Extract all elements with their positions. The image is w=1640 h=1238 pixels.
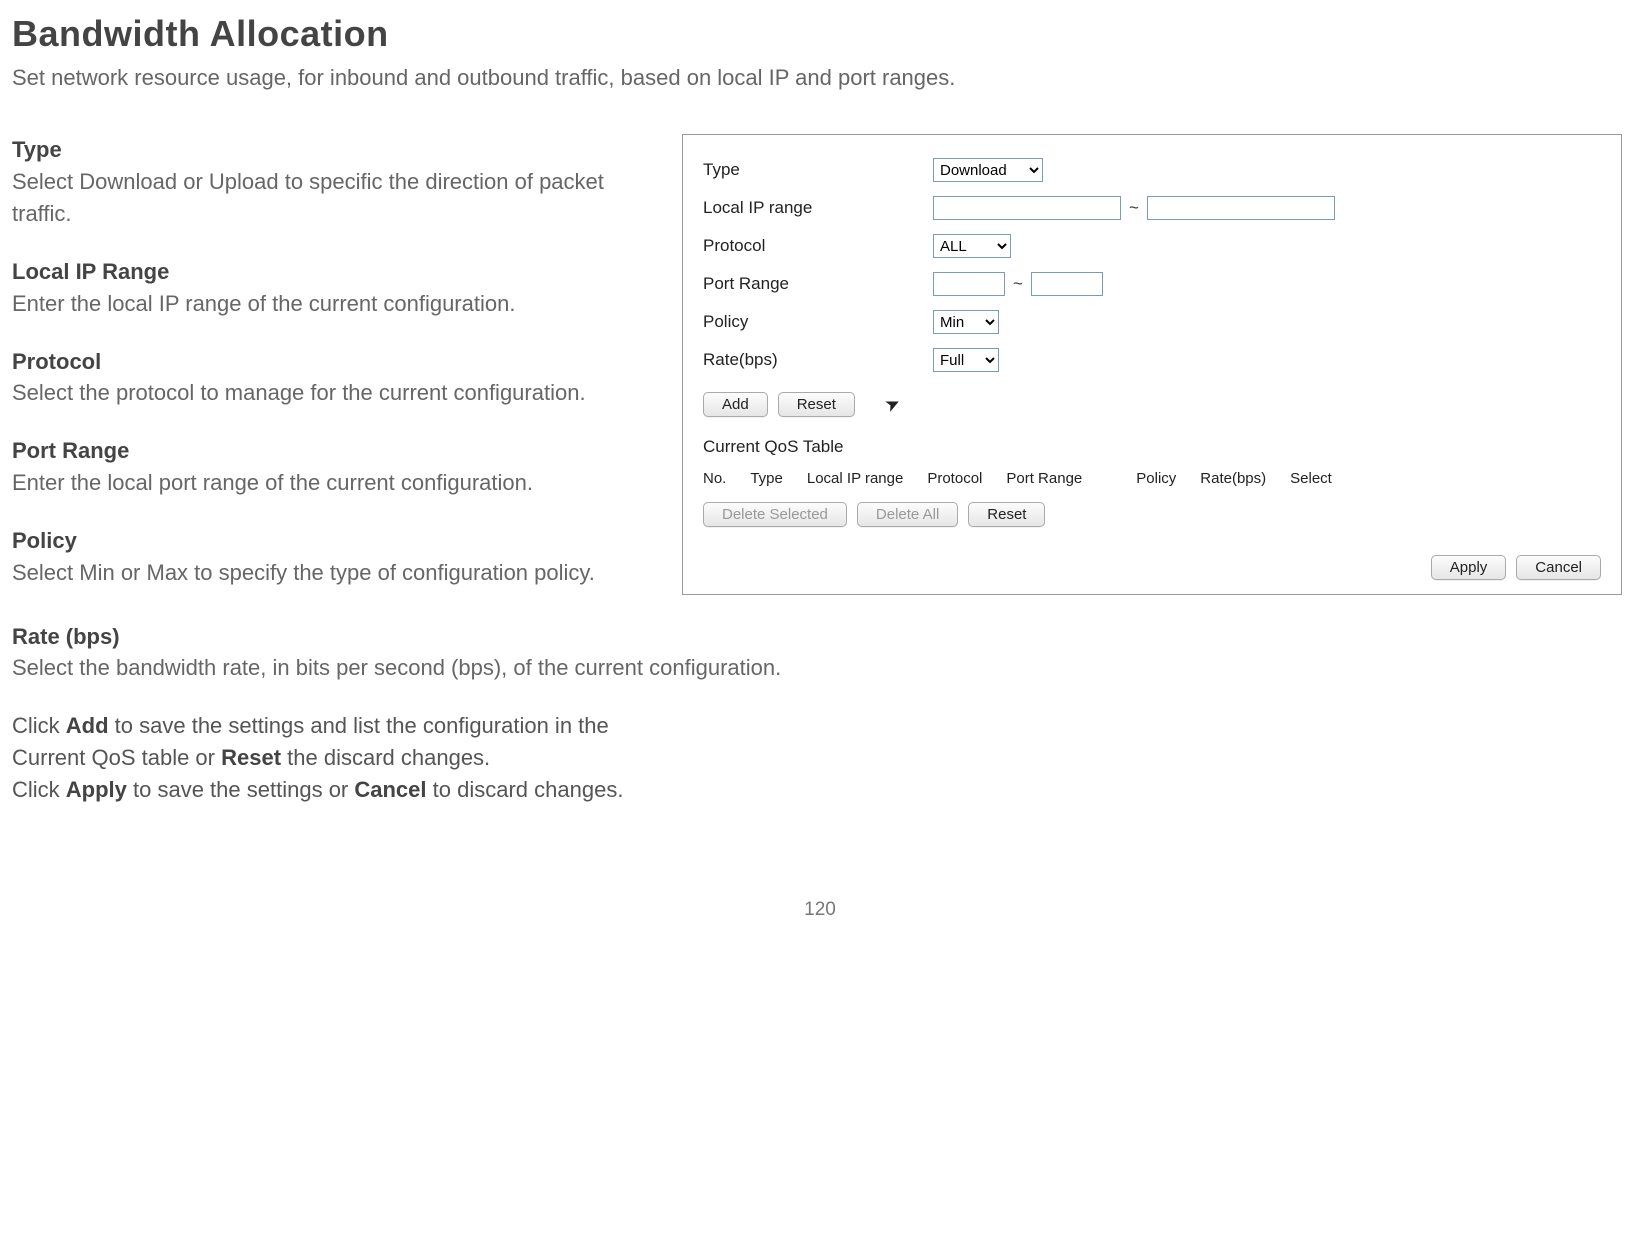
- qos-header-type: Type: [750, 468, 783, 490]
- portrange-start-input[interactable]: [933, 272, 1005, 296]
- page-title: Bandwidth Allocation: [12, 8, 1628, 60]
- dialog-protocol-label: Protocol: [703, 234, 933, 259]
- localip-start-input[interactable]: [933, 196, 1121, 220]
- type-select[interactable]: Download: [933, 158, 1043, 182]
- qos-header-no: No.: [703, 468, 726, 490]
- apply-button[interactable]: Apply: [1431, 555, 1507, 580]
- range-separator: ~: [1129, 196, 1139, 221]
- qos-header-portrange: Port Range: [1006, 468, 1082, 490]
- range-separator: ~: [1013, 272, 1023, 297]
- section-localip-text: Enter the local IP range of the current …: [12, 288, 642, 320]
- footer-line-3: Click Apply to save the settings or Canc…: [12, 774, 1628, 806]
- qos-header-localip: Local IP range: [807, 468, 903, 490]
- footer-line-1: Click Add to save the settings and list …: [12, 710, 1628, 742]
- delete-selected-button[interactable]: Delete Selected: [703, 502, 847, 527]
- dialog-portrange-label: Port Range: [703, 272, 933, 297]
- section-rate-text: Select the bandwidth rate, in bits per s…: [12, 652, 1628, 684]
- policy-select[interactable]: Min: [933, 310, 999, 334]
- cursor-icon: ➤: [880, 389, 905, 419]
- footer-line-2: Current QoS table or Reset the discard c…: [12, 742, 1628, 774]
- dialog-localip-label: Local IP range: [703, 196, 933, 221]
- protocol-select[interactable]: ALL: [933, 234, 1011, 258]
- section-portrange-label: Port Range: [12, 435, 642, 467]
- qos-table-title: Current QoS Table: [703, 435, 1601, 460]
- add-button[interactable]: Add: [703, 392, 768, 417]
- section-policy-label: Policy: [12, 525, 642, 557]
- qos-table-headers: No. Type Local IP range Protocol Port Ra…: [703, 468, 1601, 490]
- qos-dialog: Type Download Local IP range ~ Protocol …: [682, 134, 1622, 594]
- section-type-label: Type: [12, 134, 642, 166]
- section-portrange-text: Enter the local port range of the curren…: [12, 467, 642, 499]
- page-number: 120: [12, 896, 1628, 924]
- section-type-text: Select Download or Upload to specific th…: [12, 166, 642, 230]
- page-subtitle: Set network resource usage, for inbound …: [12, 62, 1628, 94]
- dialog-rate-label: Rate(bps): [703, 348, 933, 373]
- section-protocol-text: Select the protocol to manage for the cu…: [12, 377, 642, 409]
- qos-header-policy: Policy: [1136, 468, 1176, 490]
- cancel-button[interactable]: Cancel: [1516, 555, 1601, 580]
- section-localip-label: Local IP Range: [12, 256, 642, 288]
- delete-all-button[interactable]: Delete All: [857, 502, 958, 527]
- reset-button[interactable]: Reset: [778, 392, 855, 417]
- section-policy-text: Select Min or Max to specify the type of…: [12, 557, 642, 589]
- dialog-policy-label: Policy: [703, 310, 933, 335]
- qos-header-rate: Rate(bps): [1200, 468, 1266, 490]
- section-protocol-label: Protocol: [12, 346, 642, 378]
- reset-table-button[interactable]: Reset: [968, 502, 1045, 527]
- dialog-type-label: Type: [703, 158, 933, 183]
- rate-select[interactable]: Full: [933, 348, 999, 372]
- qos-header-select: Select: [1290, 468, 1332, 490]
- section-rate-label: Rate (bps): [12, 621, 1628, 653]
- localip-end-input[interactable]: [1147, 196, 1335, 220]
- portrange-end-input[interactable]: [1031, 272, 1103, 296]
- qos-header-protocol: Protocol: [927, 468, 982, 490]
